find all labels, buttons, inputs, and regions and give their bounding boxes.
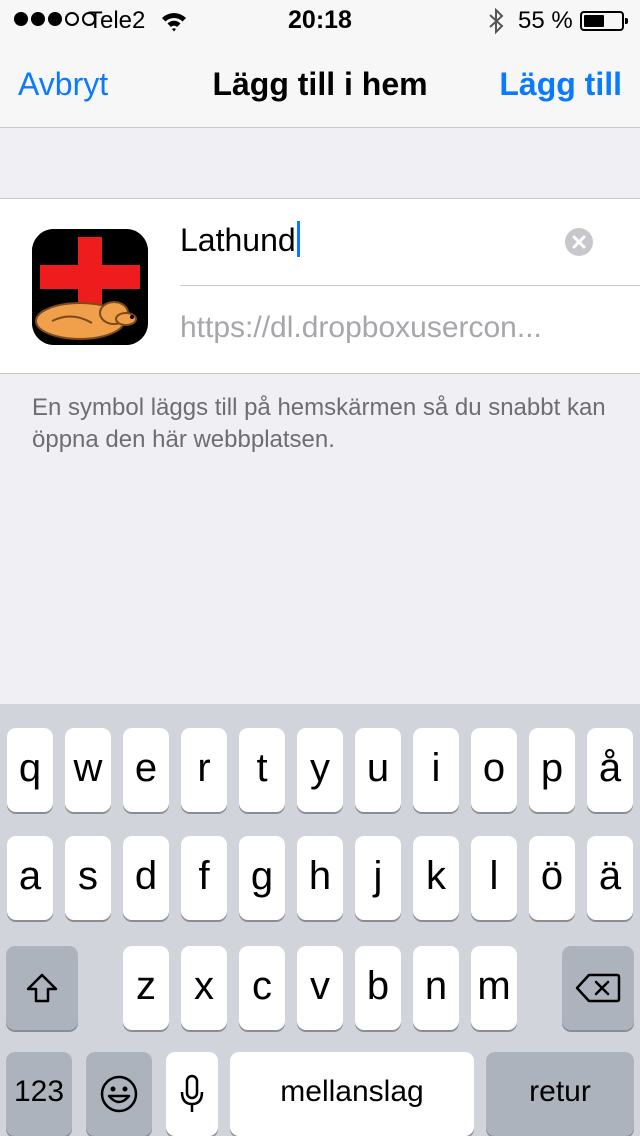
key-r[interactable]: r [181,728,227,812]
key-o[interactable]: o [471,728,517,812]
key-y[interactable]: y [297,728,343,812]
key-i[interactable]: i [413,728,459,812]
key-v[interactable]: v [297,946,343,1030]
name-input[interactable]: Lathund [180,221,300,259]
key-c[interactable]: c [239,946,285,1030]
dictation-key[interactable] [166,1052,218,1136]
add-to-home-form: Lathund https://dl.dropboxusercon... [0,198,640,374]
clear-text-icon[interactable] [564,227,594,257]
key-l[interactable]: l [471,836,517,920]
key-n[interactable]: n [413,946,459,1030]
key-z[interactable]: z [123,946,169,1030]
shift-icon [26,973,58,1003]
app-icon [32,229,148,345]
microphone-icon [180,1074,204,1112]
return-key[interactable]: retur [486,1052,634,1136]
backspace-key[interactable] [562,946,634,1030]
key-m[interactable]: m [471,946,517,1030]
space-key[interactable]: mellanslag [230,1052,474,1136]
key-g[interactable]: g [239,836,285,920]
key-ä[interactable]: ä [587,836,633,920]
status-bar: Tele2 20:18 55 % [0,0,640,40]
shift-key[interactable] [6,946,78,1030]
key-t[interactable]: t [239,728,285,812]
key-å[interactable]: å [587,728,633,812]
text-cursor [296,221,300,257]
key-a[interactable]: a [7,836,53,920]
key-x[interactable]: x [181,946,227,1030]
emoji-icon [100,1075,138,1113]
key-j[interactable]: j [355,836,401,920]
url-field: https://dl.dropboxusercon... [180,311,542,344]
battery-icon [580,11,628,31]
key-e[interactable]: e [123,728,169,812]
key-h[interactable]: h [297,836,343,920]
key-d[interactable]: d [123,836,169,920]
key-w[interactable]: w [65,728,111,812]
battery-percent: 55 % [518,7,573,34]
top-bar: Tele2 20:18 55 % Avbryt Lägg till i hem … [0,0,640,128]
key-ö[interactable]: ö [529,836,575,920]
keyboard: 123 mellanslag retur qwertyuiopå asdfghjk… [0,704,640,1136]
key-p[interactable]: p [529,728,575,812]
key-q[interactable]: q [7,728,53,812]
key-s[interactable]: s [65,836,111,920]
numbers-key[interactable]: 123 [6,1052,72,1136]
help-text: En symbol läggs till på hemskärmen så du… [32,394,606,453]
backspace-icon [575,973,621,1003]
emoji-key[interactable] [86,1052,152,1136]
key-b[interactable]: b [355,946,401,1030]
name-input-value: Lathund [180,222,296,258]
key-u[interactable]: u [355,728,401,812]
divider [180,285,640,286]
key-f[interactable]: f [181,836,227,920]
bluetooth-icon [489,7,504,35]
add-button[interactable]: Lägg till [499,66,622,103]
key-k[interactable]: k [413,836,459,920]
